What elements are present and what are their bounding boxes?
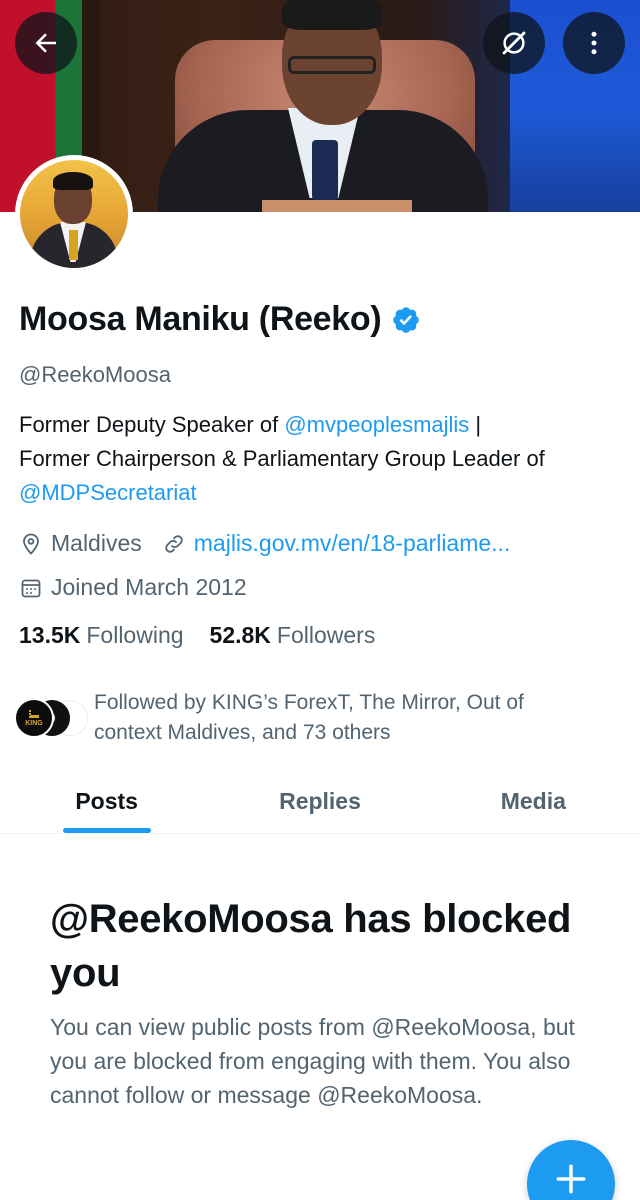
profile-name-row: Moosa Maniku (Reeko) bbox=[19, 300, 421, 339]
arrow-left-icon bbox=[35, 33, 56, 53]
profile-website-link[interactable]: majlis.gov.mv/en/18-parliame... bbox=[194, 530, 511, 557]
profile-handle: @ReekoMoosa bbox=[19, 362, 171, 387]
blocked-title: @ReekoMoosa has blocked you bbox=[50, 897, 572, 995]
grok-button[interactable] bbox=[483, 12, 545, 74]
following-link[interactable]: 13.5K Following bbox=[19, 622, 184, 649]
link-icon bbox=[162, 532, 186, 556]
bio-text: Former Deputy Speaker of bbox=[19, 412, 285, 437]
avatar-tie bbox=[69, 230, 78, 260]
bio-mention-link[interactable]: @MDPSecretariat bbox=[19, 480, 197, 505]
bio-text: Former Chairperson & Parliamentary Group… bbox=[19, 446, 545, 471]
tab-posts[interactable]: Posts bbox=[0, 770, 213, 833]
avatar[interactable] bbox=[15, 155, 133, 273]
back-button[interactable] bbox=[15, 12, 77, 74]
followers-link[interactable]: 52.8K Followers bbox=[210, 622, 376, 649]
following-label: Following bbox=[86, 622, 184, 648]
banner-tie bbox=[312, 140, 338, 200]
tab-replies[interactable]: Replies bbox=[213, 770, 426, 833]
verified-badge-icon[interactable] bbox=[391, 305, 421, 335]
banner-glasses bbox=[288, 56, 376, 74]
blocked-description: You can view public posts from @ReekoMoo… bbox=[50, 1014, 575, 1108]
more-vertical-icon bbox=[591, 31, 597, 55]
grok-slash-icon bbox=[502, 31, 526, 55]
profile-tabs: Posts Replies Media bbox=[0, 770, 640, 834]
followed-by-row[interactable]: KING Followed by KING’s ForexT, The Mirr… bbox=[14, 688, 594, 748]
profile-counts: 13.5K Following 52.8K Followers bbox=[19, 622, 375, 649]
profile-joined-row: Joined March 2012 bbox=[19, 574, 247, 601]
profile-name: Moosa Maniku (Reeko) bbox=[19, 300, 382, 338]
banner-desk bbox=[262, 200, 412, 212]
followed-avatars: KING bbox=[14, 698, 90, 740]
following-count: 13.5K bbox=[19, 622, 81, 648]
more-button[interactable] bbox=[563, 12, 625, 74]
compose-post-button[interactable] bbox=[527, 1140, 615, 1200]
avatar-hair bbox=[53, 172, 93, 190]
calendar-icon bbox=[19, 576, 43, 600]
profile-meta-row: Maldives majlis.gov.mv/en/18-parliame... bbox=[19, 530, 510, 557]
followers-label: Followers bbox=[276, 622, 376, 648]
location-pin-icon bbox=[19, 532, 43, 556]
profile-bio: Former Deputy Speaker of @mvpeoplesmajli… bbox=[19, 408, 629, 510]
bio-mention-link[interactable]: @mvpeoplesmajlis bbox=[284, 412, 469, 437]
profile-location: Maldives bbox=[51, 530, 142, 556]
followers-count: 52.8K bbox=[209, 622, 271, 648]
plus-icon bbox=[556, 1164, 586, 1194]
followed-by-text: Followed by KING’s ForexT, The Mirror, O… bbox=[94, 691, 524, 744]
avatar-photo bbox=[20, 160, 128, 268]
follower-avatar: KING bbox=[14, 698, 54, 738]
profile-joined: Joined March 2012 bbox=[51, 574, 247, 600]
tab-media[interactable]: Media bbox=[427, 770, 640, 833]
follower-avatar-badge: KING bbox=[25, 719, 43, 727]
banner-hair bbox=[282, 0, 382, 30]
bio-text: | bbox=[469, 412, 482, 437]
